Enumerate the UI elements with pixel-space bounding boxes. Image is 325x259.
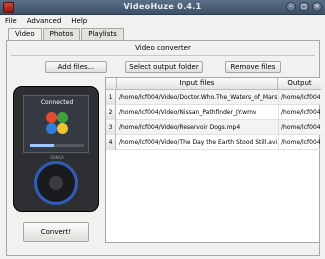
file-table: Input files Output folder 1 /home/lcf004…: [105, 77, 321, 243]
window-title: VideoHuze 0.4.1: [123, 2, 202, 11]
logo-petal-blue: [46, 123, 57, 134]
menu-advanced[interactable]: Advanced: [27, 17, 62, 25]
output-folder-cell[interactable]: /home/lcf004/: [278, 105, 320, 120]
center-button-icon: [49, 176, 63, 190]
row-number: 2: [106, 105, 116, 120]
table-row[interactable]: 1 /home/lcf004/Video/Doctor.Who.The_Wate…: [106, 90, 321, 105]
logo-petal-yellow: [57, 123, 68, 134]
output-folder-cell[interactable]: /home/lcf004/: [278, 135, 320, 150]
tab-playlists[interactable]: Playlists: [81, 28, 124, 40]
device-progress-fill: [30, 144, 55, 147]
panel-heading: Video converter: [135, 44, 191, 52]
video-converter-panel: Video converter Add files... Select outp…: [6, 40, 321, 256]
input-file-cell[interactable]: /home/lcf004/Video/The Day the Earth Sto…: [117, 135, 277, 150]
player-screen: Connected: [23, 95, 89, 153]
table-row[interactable]: 4 /home/lcf004/Video/The Day the Earth S…: [106, 135, 321, 150]
table-row[interactable]: 2 /home/lcf004/Video/Nissan_Pathfinder_J…: [106, 105, 321, 120]
tab-photos[interactable]: Photos: [42, 28, 81, 40]
title-bar: VideoHuze 0.4.1 – □ ×: [0, 0, 325, 15]
table-header: Input files Output folder: [106, 78, 321, 98]
separator: [11, 55, 315, 56]
row-number: 1: [106, 90, 116, 105]
device-progress-bar: [30, 144, 84, 147]
input-file-cell[interactable]: /home/lcf004/Video/Nissan_Pathfinder_JY.…: [117, 105, 277, 120]
logo-petal-green: [57, 112, 68, 123]
input-file-cell[interactable]: /home/lcf004/Video/Doctor.Who.The_Waters…: [117, 90, 277, 105]
row-number: 4: [106, 135, 116, 150]
close-icon[interactable]: ×: [312, 2, 322, 12]
remove-files-button[interactable]: Remove files: [225, 61, 281, 73]
row-number: 3: [106, 120, 116, 135]
row-number-header: [106, 78, 117, 90]
table-row[interactable]: 3 /home/lcf004/Video/Reservoir Dogs.mp4 …: [106, 120, 321, 135]
convert-button[interactable]: Convert!: [23, 222, 89, 242]
menu-help[interactable]: Help: [71, 17, 87, 25]
select-output-folder-button[interactable]: Select output folder: [125, 61, 203, 73]
media-player-image: Connected SANSA: [13, 86, 99, 212]
add-files-button[interactable]: Add files...: [45, 61, 107, 73]
output-folder-header[interactable]: Output folder: [278, 78, 321, 98]
device-status: Connected: [40, 99, 74, 106]
input-file-cell[interactable]: /home/lcf004/Video/Reservoir Dogs.mp4: [117, 120, 277, 135]
device-brand: SANSA: [50, 155, 64, 160]
menu-file[interactable]: File: [5, 17, 17, 25]
output-folder-cell[interactable]: /home/lcf004/: [278, 120, 320, 135]
output-folder-cell[interactable]: /home/lcf004/: [278, 90, 320, 105]
logo-petal-red: [46, 112, 57, 123]
menu-bar: File Advanced Help: [0, 15, 325, 27]
minimize-icon[interactable]: –: [286, 2, 296, 12]
scroll-wheel-icon: [34, 161, 78, 205]
maximize-icon[interactable]: □: [299, 2, 309, 12]
input-files-header[interactable]: Input files: [117, 78, 278, 90]
